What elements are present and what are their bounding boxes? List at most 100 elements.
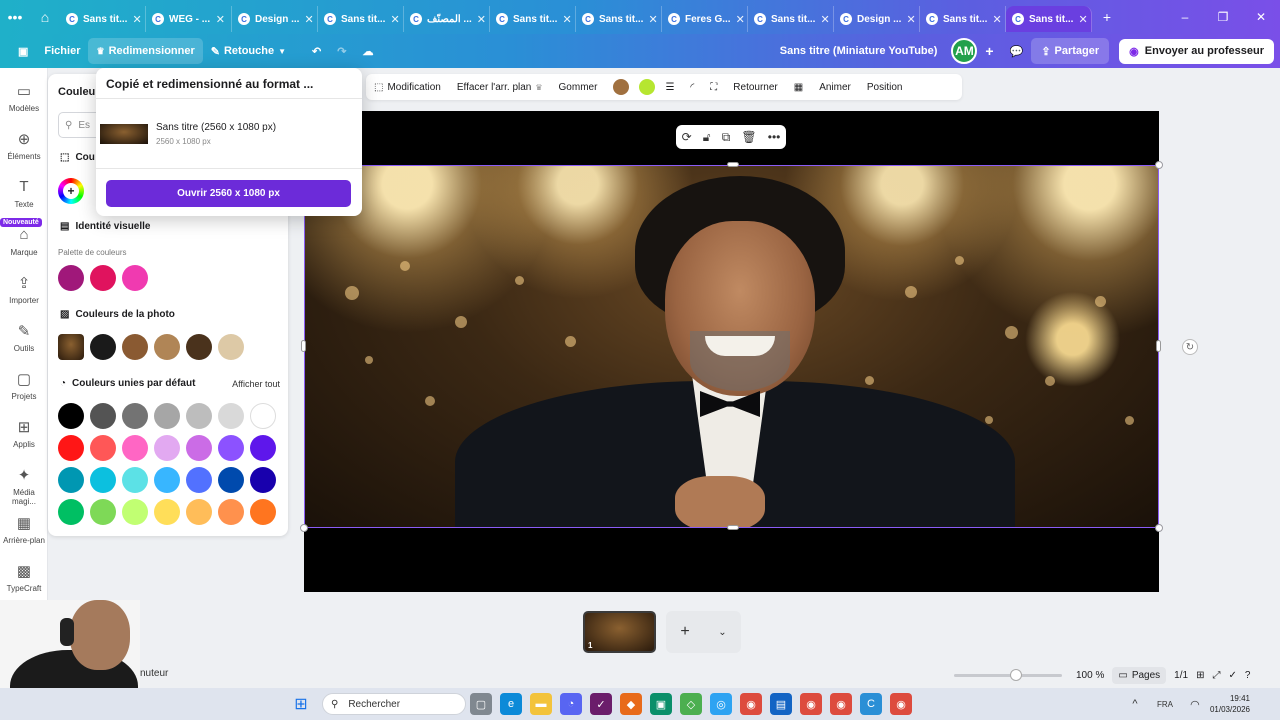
more-icon[interactable]: •••	[768, 130, 781, 144]
trash-icon[interactable]: 🗑︎	[741, 130, 756, 144]
color-swatch[interactable]	[186, 499, 212, 525]
rail-item-magic-media[interactable]: ✦ Média magi...	[0, 466, 48, 506]
app-icon-3[interactable]: ▣	[650, 693, 672, 715]
new-tab-button[interactable]: +	[1092, 0, 1122, 34]
color-swatch[interactable]	[154, 334, 180, 360]
color-swatch[interactable]	[90, 403, 116, 429]
share-button[interactable]: ⇪ Partager	[1031, 38, 1110, 64]
close-tab-icon[interactable]: ✕	[648, 13, 657, 26]
app-icon-2[interactable]: ◆	[620, 693, 642, 715]
color-swatch[interactable]	[90, 499, 116, 525]
minimize-button[interactable]: –	[1166, 10, 1204, 24]
close-tab-icon[interactable]: ✕	[562, 13, 571, 26]
rail-item-brand[interactable]: ⌂ Marque	[0, 226, 48, 257]
rail-item-tools[interactable]: ✎ Outils	[0, 322, 48, 353]
help-icon[interactable]: ?	[1245, 670, 1251, 681]
color-swatch[interactable]	[186, 467, 212, 493]
color-swatch[interactable]	[218, 435, 244, 461]
color-swatch[interactable]	[90, 467, 116, 493]
crop-icon[interactable]: ⛶	[702, 74, 725, 100]
position-button[interactable]: Position	[859, 74, 911, 100]
app-icon-6[interactable]: ▤	[770, 693, 792, 715]
color-swatch[interactable]	[122, 435, 148, 461]
canvas-photo[interactable]	[304, 165, 1159, 528]
browser-tab[interactable]: C Sans tit... ✕	[60, 6, 146, 32]
modification-button[interactable]: ⬚ Modification	[366, 74, 449, 100]
duplicate-icon[interactable]: ⧉	[722, 130, 731, 145]
document-title[interactable]: Sans titre (Miniature YouTube)	[780, 45, 938, 57]
comments-icon[interactable]: 💬	[1002, 38, 1032, 64]
browser-tab[interactable]: C Sans tit... ✕	[920, 6, 1006, 32]
lang-indicator[interactable]: FRA	[1154, 693, 1176, 715]
resize-handle-tr[interactable]	[1155, 161, 1163, 169]
lock-icon[interactable]: 🔓︎	[703, 130, 711, 145]
file-explorer-icon[interactable]: ▬	[530, 693, 552, 715]
resize-button[interactable]: ♛ Redimensionner	[88, 38, 203, 64]
redo-button[interactable]: ↷	[329, 38, 354, 64]
color-swatch[interactable]	[58, 435, 84, 461]
clock[interactable]: 19:41 01/03/2026	[1210, 693, 1250, 715]
color-swatch[interactable]	[122, 467, 148, 493]
chevron-down-icon[interactable]: ⌄	[718, 627, 726, 638]
windows-start-icon[interactable]: ⊞	[290, 693, 312, 715]
maximize-button[interactable]: ❐	[1204, 10, 1242, 24]
color-swatch[interactable]	[122, 499, 148, 525]
resize-handle-left[interactable]	[301, 340, 306, 352]
browser-tab[interactable]: C Sans tit... ✕	[1006, 6, 1092, 32]
add-collaborator-button[interactable]: +	[977, 38, 1001, 64]
show-all-link[interactable]: Afficher tout	[232, 379, 280, 389]
check-icon[interactable]: ✓	[1228, 670, 1236, 681]
animate-button[interactable]: Animer	[811, 74, 859, 100]
color-swatch[interactable]	[90, 265, 116, 291]
page-thumbnail[interactable]: 1	[583, 611, 656, 653]
color-swatch[interactable]	[250, 403, 276, 429]
color-swatch[interactable]	[58, 403, 84, 429]
undo-button[interactable]: ↶	[304, 38, 329, 64]
discord-icon[interactable]: ◔	[560, 693, 582, 715]
pages-button[interactable]: ▭ Pages	[1112, 666, 1167, 684]
rail-item-apps[interactable]: ⊞ Applis	[0, 418, 48, 449]
rail-item-projects[interactable]: ▢ Projets	[0, 370, 48, 401]
chrome-icon-4[interactable]: ◉	[890, 693, 912, 715]
rail-item-elements[interactable]: ⊕ Éléments	[0, 130, 48, 161]
resize-handle-br[interactable]	[1155, 524, 1163, 532]
eraser-button[interactable]: Gommer	[551, 74, 606, 100]
close-tab-icon[interactable]: ✕	[992, 13, 1001, 26]
color-swatch[interactable]	[186, 334, 212, 360]
color-swatch[interactable]	[122, 403, 148, 429]
color-swatch[interactable]	[154, 499, 180, 525]
color-swatch[interactable]	[250, 499, 276, 525]
task-view-icon[interactable]: ▢	[470, 693, 492, 715]
app-icon-1[interactable]: ✓	[590, 693, 612, 715]
color-swatch[interactable]	[122, 265, 148, 291]
refresh-icon[interactable]: ⟳	[682, 130, 692, 144]
browser-tab[interactable]: C Design ... ✕	[232, 6, 318, 32]
color-swatch[interactable]	[218, 403, 244, 429]
transparency-icon[interactable]: ▦	[786, 74, 811, 100]
app-icon-5[interactable]: ◎	[710, 693, 732, 715]
resize-handle-bl[interactable]	[300, 524, 308, 532]
file-menu-button[interactable]: Fichier	[36, 38, 88, 64]
browser-tab[interactable]: C المصنّف ... ✕	[404, 6, 490, 32]
rail-item-upload[interactable]: ⇪ Importer	[0, 274, 48, 305]
color-swatch[interactable]	[186, 403, 212, 429]
browser-tab[interactable]: C Sans tit... ✕	[490, 6, 576, 32]
browser-tab[interactable]: C Sans tit... ✕	[748, 6, 834, 32]
edit-menu-button[interactable]: ✎ Retouche ▼	[203, 38, 294, 64]
color-swatch[interactable]	[250, 435, 276, 461]
user-avatar[interactable]: AM	[951, 38, 978, 64]
rail-item-templates[interactable]: ▭ Modèles	[0, 82, 48, 113]
close-tab-icon[interactable]: ✕	[820, 13, 829, 26]
cloud-save-icon[interactable]: ☁	[354, 38, 381, 64]
send-to-teacher-button[interactable]: ◉ Envoyer au professeur	[1119, 38, 1274, 64]
photo-thumbnail[interactable]	[58, 334, 84, 360]
color-swatch[interactable]	[154, 435, 180, 461]
add-page-button[interactable]: +	[680, 623, 689, 641]
color-swatch-1[interactable]	[605, 74, 637, 100]
resize-handle-bottom[interactable]	[727, 525, 739, 530]
close-tab-icon[interactable]: ✕	[477, 13, 486, 26]
close-tab-icon[interactable]: ✕	[304, 13, 313, 26]
border-style-icon[interactable]: ☰	[657, 74, 682, 100]
color-swatch[interactable]	[58, 499, 84, 525]
color-swatch[interactable]	[122, 334, 148, 360]
